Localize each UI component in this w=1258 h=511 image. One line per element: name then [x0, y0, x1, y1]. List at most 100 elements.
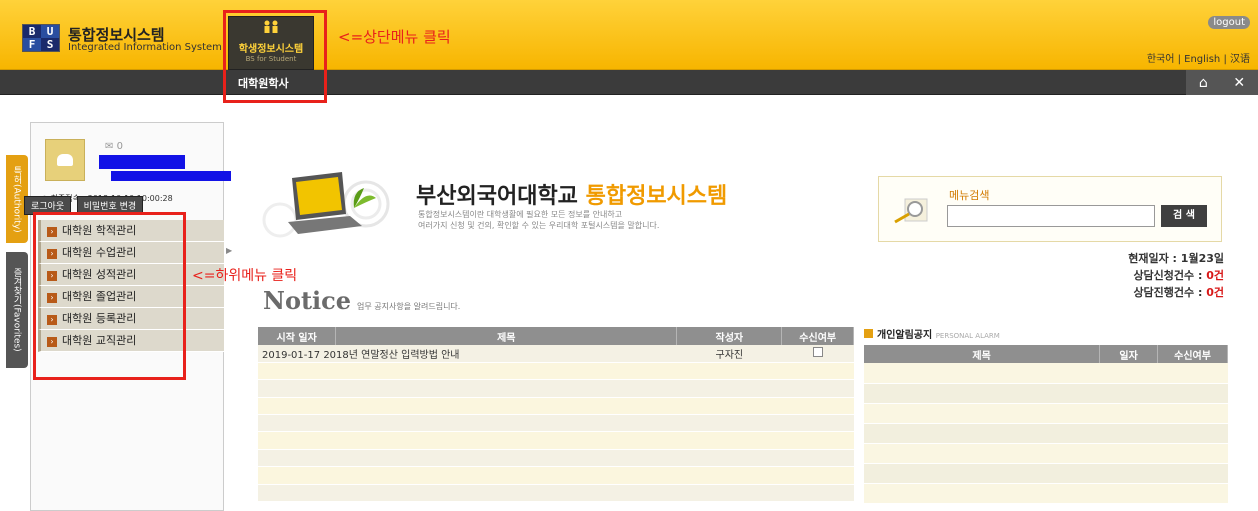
home-icon[interactable]: ⌂: [1199, 75, 1208, 91]
bullet-icon: [864, 329, 873, 338]
table-row: [258, 414, 854, 433]
table-row: [864, 463, 1228, 484]
progress-value[interactable]: 0건: [1206, 286, 1224, 299]
laptop-illustration: [258, 168, 408, 242]
table-row: [864, 363, 1228, 384]
table-row: [258, 379, 854, 398]
banner-title: 부산외국어대학교 통합정보시스템: [416, 178, 727, 210]
bufs-logo[interactable]: B U F S: [22, 24, 60, 52]
redacted-id: [111, 171, 231, 181]
banner-desc-line: 여러가지 신청 및 건의, 확인할 수 있는 우리대학 포털시스템을 말합니다.: [418, 221, 660, 230]
empty-cell: [258, 397, 854, 416]
notice-table-header: 시작 일자 제목 작성자 수신여부: [258, 327, 854, 345]
table-row: [864, 423, 1228, 444]
main-nav: 대학원학사 ⌂ ✕: [0, 70, 1258, 95]
logo-letter: B: [23, 25, 41, 38]
empty-cell: [258, 449, 854, 468]
read-checkbox[interactable]: [812, 346, 823, 357]
search-button[interactable]: 검 색: [1161, 205, 1207, 227]
consult-progress-count: 상담진행건수 : 0건: [1064, 284, 1224, 301]
avatar: [45, 139, 85, 181]
empty-cell: [864, 423, 1228, 444]
mail-count-value: 0: [116, 141, 123, 152]
empty-cell: [864, 363, 1228, 384]
close-icon[interactable]: ✕: [1233, 75, 1245, 91]
menu-search-box: 메뉴검색 검 색: [878, 176, 1222, 242]
consult-apply-count: 상담신청건수 : 0건: [1064, 267, 1224, 284]
system-subtitle: Integrated Information System: [68, 42, 222, 53]
date-value: 1월23일: [1180, 252, 1224, 265]
date-label: 현재일자 :: [1128, 252, 1181, 265]
logo-letter: U: [41, 25, 59, 38]
notice-date: 2019-01-17: [262, 349, 321, 361]
table-row: [258, 449, 854, 468]
notice-read-cell: [781, 345, 854, 363]
notice-title-link[interactable]: 2018년 연말정산 입력방법 안내: [323, 350, 459, 361]
notice-table: 시작 일자 제목 작성자 수신여부 2019-01-17 2018년 연말정산 …: [258, 327, 854, 503]
table-row: [258, 484, 854, 503]
mail-icon: ✉: [105, 141, 117, 152]
language-selector[interactable]: 한국어 | English | 汉语: [1147, 50, 1250, 65]
mail-count[interactable]: ✉ 0: [105, 141, 123, 152]
table-row: [258, 362, 854, 381]
table-row: [864, 443, 1228, 464]
column-header: 수신여부: [1157, 345, 1228, 363]
magnifier-icon: [891, 195, 933, 225]
nav-tools: ⌂ ✕: [1186, 70, 1258, 95]
column-header: 시작 일자: [258, 327, 337, 345]
notice-title: Notice: [263, 286, 352, 315]
alarm-header: 개인알림공지 PERSONAL ALARM: [864, 326, 1000, 341]
notice-header: Notice 업무 공지사항을 알려드립니다.: [263, 286, 460, 315]
column-header: 일자: [1099, 345, 1159, 363]
table-row: [258, 397, 854, 416]
column-header: 제목: [335, 327, 678, 345]
logo-letter: S: [41, 38, 59, 51]
empty-cell: [258, 414, 854, 433]
highlight-box-top: [223, 10, 327, 103]
empty-cell: [258, 484, 854, 503]
search-input[interactable]: [947, 205, 1155, 227]
empty-cell: [864, 443, 1228, 464]
column-header: 작성자: [676, 327, 783, 345]
apply-label: 상담신청건수 :: [1133, 269, 1207, 282]
banner-description: 통합정보시스템이란 대학생활에 필요한 모든 정보를 안내하고 여러가지 신청 …: [418, 209, 659, 231]
highlight-box-left: [33, 212, 186, 380]
column-header: 수신여부: [781, 327, 854, 345]
search-label: 메뉴검색: [949, 189, 990, 202]
empty-cell: [258, 431, 854, 450]
notice-author: 구자진: [676, 345, 782, 363]
progress-label: 상담진행건수 :: [1133, 286, 1207, 299]
empty-cell: [864, 483, 1228, 504]
annotation-sub-menu: <=하위메뉴 클릭: [192, 268, 298, 284]
current-date: 현재일자 : 1월23일: [1064, 250, 1224, 267]
empty-cell: [864, 403, 1228, 424]
table-row: [864, 383, 1228, 404]
column-header: 제목: [864, 345, 1101, 363]
side-tab-favorites[interactable]: 즐겨찾기(Favorites): [6, 252, 28, 368]
logo-letter: F: [23, 38, 41, 51]
empty-cell: [864, 383, 1228, 404]
empty-cell: [864, 463, 1228, 484]
consult-stats: 현재일자 : 1월23일 상담신청건수 : 0건 상담진행건수 : 0건: [1064, 250, 1224, 301]
redacted-name: [99, 155, 185, 169]
alarm-title-en: PERSONAL ALARM: [935, 332, 1000, 340]
alarm-title: 개인알림공지: [877, 330, 933, 341]
table-row: [864, 403, 1228, 424]
notice-description: 업무 공지사항을 알려드립니다.: [357, 302, 461, 311]
empty-cell: [258, 466, 854, 485]
table-row[interactable]: 2019-01-17 2018년 연말정산 입력방법 안내 구자진: [258, 345, 854, 363]
top-header: B U F S 통합정보시스템 Integrated Information S…: [0, 0, 1258, 70]
table-row: [258, 466, 854, 485]
notice-cell-title: 2019-01-17 2018년 연말정산 입력방법 안내: [258, 345, 677, 363]
annotation-top-menu: <=상단메뉴 클릭: [338, 28, 451, 46]
banner-title-main: 부산외국어대학교: [416, 184, 586, 209]
empty-cell: [258, 379, 854, 398]
collapse-arrow-icon[interactable]: ▶: [226, 246, 232, 255]
alarm-table: 제목 일자 수신여부: [864, 345, 1228, 504]
alarm-table-header: 제목 일자 수신여부: [864, 345, 1228, 363]
banner-desc-line: 통합정보시스템이란 대학생활에 필요한 모든 정보를 안내하고: [418, 210, 623, 219]
empty-cell: [258, 362, 854, 381]
apply-value[interactable]: 0건: [1206, 269, 1224, 282]
table-row: [258, 431, 854, 450]
logout-button[interactable]: logout: [1208, 16, 1250, 29]
